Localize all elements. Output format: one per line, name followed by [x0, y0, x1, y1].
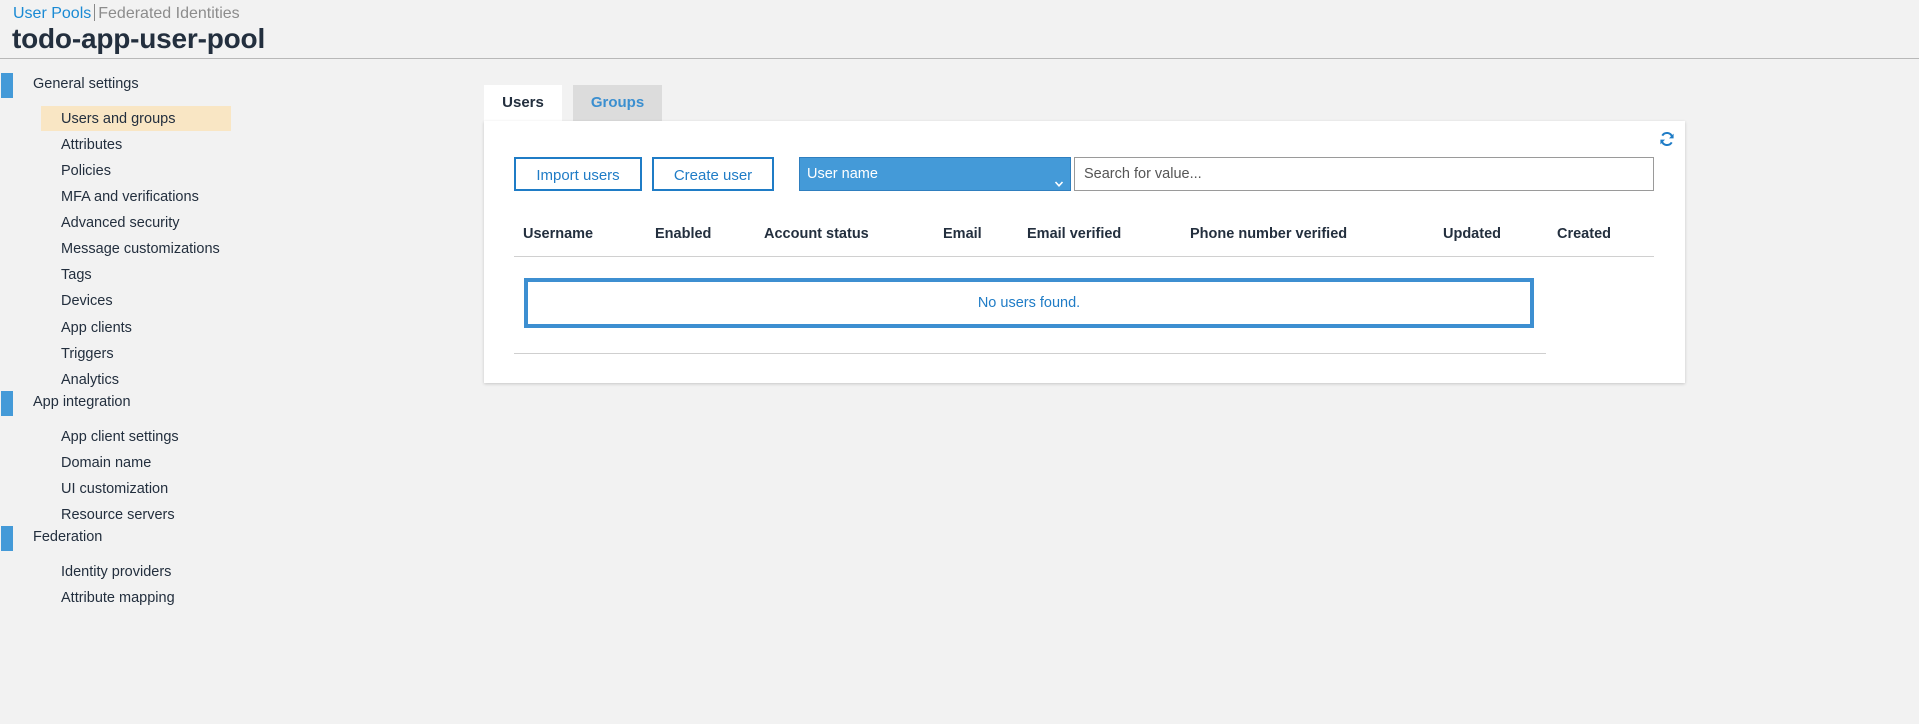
sidebar-item-label: Identity providers: [61, 564, 172, 580]
column-header-email-verified[interactable]: Email verified: [1027, 226, 1121, 242]
column-header-enabled[interactable]: Enabled: [655, 226, 711, 242]
sidebar-section-label: General settings: [33, 76, 139, 92]
column-header-updated[interactable]: Updated: [1443, 226, 1501, 242]
column-header-username[interactable]: Username: [523, 226, 593, 242]
sidebar-section-label: Federation: [33, 529, 103, 545]
sidebar-item-label: Policies: [61, 163, 111, 179]
sidebar-item-tags[interactable]: Tags: [41, 262, 231, 287]
section-marker: [1, 73, 13, 98]
table-header: Username Enabled Account status Email Em…: [514, 226, 1654, 257]
sidebar-item-triggers[interactable]: Triggers: [41, 341, 231, 366]
sidebar-item-app-clients[interactable]: App clients: [41, 315, 231, 340]
breadcrumb: User Pools Federated Identities: [13, 4, 240, 24]
sidebar-item-label: Attributes: [61, 137, 123, 153]
sidebar-item-advanced-security[interactable]: Advanced security: [41, 210, 231, 235]
sidebar-item-label: App clients: [61, 320, 132, 336]
breadcrumb-separator: [94, 4, 96, 21]
sidebar-item-attribute-mapping[interactable]: Attribute mapping: [41, 585, 231, 610]
filter-attribute-value: User name: [807, 166, 878, 182]
sidebar-section-label: App integration: [33, 394, 131, 410]
section-marker: [1, 391, 13, 416]
section-marker: [1, 526, 13, 551]
sidebar-item-users-and-groups[interactable]: Users and groups: [41, 106, 231, 131]
sidebar-item-message-customizations[interactable]: Message customizations: [41, 236, 231, 261]
sidebar-item-attributes[interactable]: Attributes: [41, 132, 231, 157]
header: User Pools Federated Identities todo-app-…: [0, 0, 1919, 59]
sidebar-item-app-client-settings[interactable]: App client settings: [41, 424, 231, 449]
page-title: todo-app-user-pool: [12, 23, 266, 54]
filter-attribute-select[interactable]: User name: [799, 157, 1071, 191]
sidebar-section-federation[interactable]: Federation: [0, 523, 240, 551]
empty-state-message: No users found.: [524, 278, 1534, 328]
sidebar-item-policies[interactable]: Policies: [41, 158, 231, 183]
tab-groups[interactable]: Groups: [573, 85, 662, 121]
tab-users[interactable]: Users: [484, 85, 562, 121]
column-header-email[interactable]: Email: [943, 226, 982, 242]
create-user-button[interactable]: Create user: [652, 157, 774, 191]
page: User Pools Federated Identities todo-app-…: [0, 0, 1919, 724]
sidebar-item-label: Message customizations: [61, 241, 220, 257]
sidebar-item-label: Attribute mapping: [61, 590, 175, 606]
column-header-account-status[interactable]: Account status: [764, 226, 869, 242]
sidebar-item-label: Triggers: [61, 346, 114, 362]
sidebar-item-label: Users and groups: [61, 111, 176, 127]
chevron-down-icon: [1054, 169, 1064, 187]
sidebar-item-label: Analytics: [61, 372, 120, 388]
sidebar-section-general-settings[interactable]: General settings: [0, 70, 240, 98]
users-panel: Import users Create user User name Usern…: [484, 121, 1685, 383]
divider: [514, 353, 1546, 354]
import-users-button[interactable]: Import users: [514, 157, 642, 191]
sidebar-item-domain-name[interactable]: Domain name: [41, 450, 231, 475]
sidebar-item-mfa-and-verifications[interactable]: MFA and verifications: [41, 184, 231, 209]
sidebar-item-label: Tags: [61, 267, 92, 283]
sidebar-item-ui-customization[interactable]: UI customization: [41, 476, 231, 501]
breadcrumb-user-pools[interactable]: User Pools: [13, 5, 91, 22]
sidebar-item-label: Resource servers: [61, 507, 175, 523]
sidebar-item-label: Devices: [61, 293, 113, 309]
sidebar-section-app-integration[interactable]: App integration: [0, 388, 240, 416]
sidebar-item-label: UI customization: [61, 481, 169, 497]
search-input[interactable]: [1074, 157, 1654, 191]
sidebar-item-label: Domain name: [61, 455, 152, 471]
breadcrumb-federated-identities[interactable]: Federated Identities: [98, 5, 239, 22]
sidebar-item-devices[interactable]: Devices: [41, 288, 231, 313]
column-header-created[interactable]: Created: [1557, 226, 1611, 242]
sidebar-item-label: Advanced security: [61, 215, 180, 231]
sidebar-item-label: App client settings: [61, 429, 179, 445]
refresh-icon[interactable]: [1659, 131, 1675, 147]
sidebar-item-label: MFA and verifications: [61, 189, 199, 205]
column-header-phone-number-verified[interactable]: Phone number verified: [1190, 226, 1347, 242]
sidebar-item-identity-providers[interactable]: Identity providers: [41, 559, 231, 584]
